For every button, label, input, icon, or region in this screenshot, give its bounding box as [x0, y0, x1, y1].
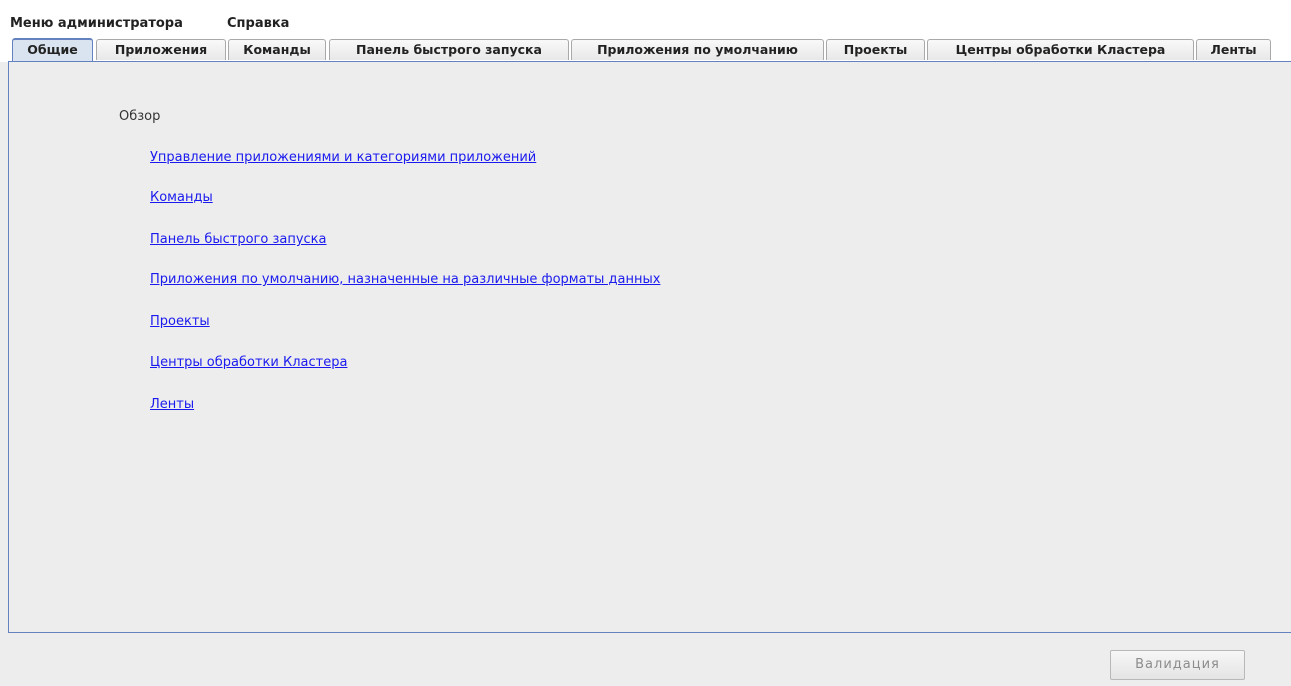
- tab-cluster-centers[interactable]: Центры обработки Кластера: [927, 39, 1194, 60]
- link-default-applications[interactable]: Приложения по умолчанию, назначенные на …: [150, 272, 660, 287]
- link-manage-applications[interactable]: Управление приложениями и категориями пр…: [150, 150, 536, 165]
- tab-applications[interactable]: Приложения: [96, 39, 226, 60]
- link-feeds[interactable]: Ленты: [150, 397, 194, 412]
- link-quick-launch-panel[interactable]: Панель быстрого запуска: [150, 232, 327, 247]
- tab-commands[interactable]: Команды: [228, 39, 326, 60]
- link-cluster-centers[interactable]: Центры обработки Кластера: [150, 355, 347, 370]
- link-projects[interactable]: Проекты: [150, 314, 210, 329]
- menu-help[interactable]: Справка: [227, 16, 289, 31]
- overview-heading: Обзор: [119, 109, 161, 124]
- tab-default-applications[interactable]: Приложения по умолчанию: [571, 39, 824, 60]
- tab-general[interactable]: Общие: [12, 38, 93, 61]
- tab-feeds[interactable]: Ленты: [1196, 39, 1271, 60]
- tab-projects[interactable]: Проекты: [826, 39, 925, 60]
- validate-button[interactable]: Валидация: [1110, 650, 1245, 680]
- menu-bar: Меню администратора Справка: [0, 0, 1291, 34]
- link-commands[interactable]: Команды: [150, 190, 213, 205]
- tab-quick-launch-panel[interactable]: Панель быстрого запуска: [329, 39, 569, 60]
- content-panel: Обзор Управление приложениями и категори…: [8, 61, 1291, 633]
- tab-strip: Общие Приложения Команды Панель быстрого…: [0, 34, 1291, 62]
- menu-admin[interactable]: Меню администратора: [10, 16, 183, 31]
